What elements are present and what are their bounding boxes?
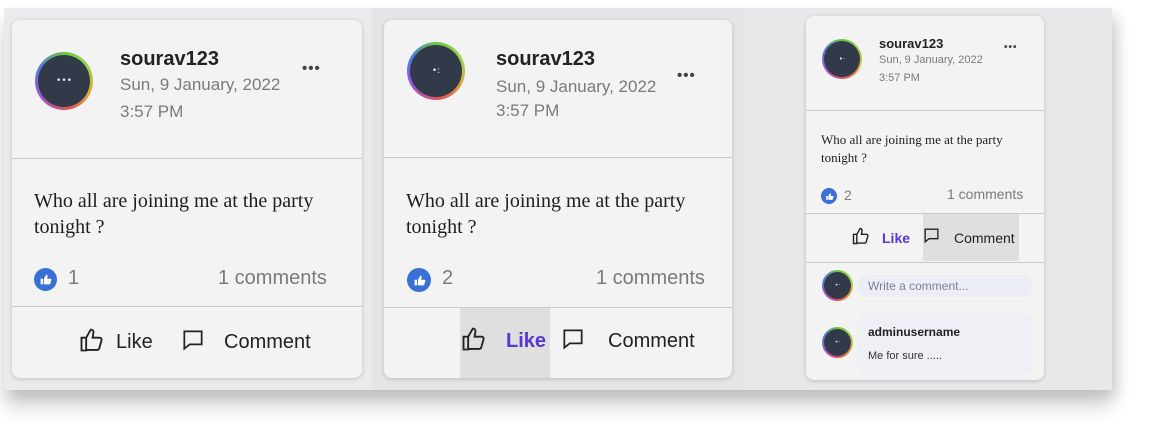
current-user-avatar[interactable]: •· <box>822 270 853 301</box>
comment-text: Me for sure ..... <box>868 350 942 362</box>
avatar[interactable]: •· <box>822 39 862 79</box>
post-date: Sun, 9 January, 2022 <box>879 54 983 66</box>
comment-button[interactable]: Comment <box>180 327 311 357</box>
comment-author[interactable]: adminusername <box>868 325 960 339</box>
like-count: 1 <box>68 267 80 289</box>
divider <box>12 306 362 307</box>
like-reaction-icon <box>34 268 57 291</box>
like-count: 2 <box>844 187 852 203</box>
speech-bubble-icon <box>922 226 941 250</box>
avatar[interactable]: ••• <box>35 52 93 110</box>
like-reaction-icon <box>821 188 837 204</box>
post-text: Who all are joining me at the party toni… <box>34 188 313 240</box>
comment-button[interactable]: Comment <box>922 228 1015 248</box>
post-card: ••• sourav123 Sun, 9 January, 2022 3:57 … <box>12 20 362 378</box>
post-text: Who all are joining me at the party toni… <box>821 131 1003 167</box>
comment-label: Comment <box>224 330 311 353</box>
thumbs-up-icon <box>851 226 871 251</box>
divider <box>384 307 732 308</box>
comment-bubble: adminusername Me for sure ..... <box>857 313 1032 375</box>
post-text-line: tonight ? <box>34 216 105 238</box>
post-author[interactable]: sourav123 <box>120 48 219 71</box>
comment-count[interactable]: 1 comments <box>218 267 327 290</box>
post-time: 3:57 PM <box>879 72 920 84</box>
comment-label: Comment <box>954 230 1015 246</box>
more-options-icon[interactable]: ••• <box>677 67 696 84</box>
post-text-line: Who all are joining me at the party <box>821 132 1003 147</box>
thumbs-up-icon <box>78 326 106 359</box>
comment-author-avatar[interactable]: •· <box>822 327 853 358</box>
like-label: Like <box>506 329 547 352</box>
post-text: Who all are joining me at the party toni… <box>406 188 685 240</box>
comment-input-placeholder: Write a comment... <box>868 279 969 293</box>
post-author[interactable]: sourav123 <box>879 36 943 51</box>
post-card: •: sourav123 Sun, 9 January, 2022 3:57 P… <box>384 20 732 378</box>
post-text-line: Who all are joining me at the party <box>406 190 686 212</box>
speech-bubble-icon <box>180 327 206 358</box>
divider <box>806 110 1044 111</box>
more-options-icon[interactable]: ••• <box>1004 42 1018 53</box>
post-date: Sun, 9 January, 2022 <box>120 75 281 94</box>
more-options-icon[interactable]: ••• <box>302 60 321 77</box>
like-button[interactable]: Like <box>460 325 546 357</box>
comment-count[interactable]: 1 comments <box>596 267 705 290</box>
post-time: 3:57 PM <box>120 102 184 121</box>
comment-label: Comment <box>608 329 695 352</box>
comment-count[interactable]: 1 comments <box>947 186 1023 202</box>
post-text-line: tonight ? <box>821 150 867 165</box>
divider <box>12 158 362 159</box>
like-button[interactable]: Like <box>78 327 153 357</box>
avatar[interactable]: •: <box>407 42 465 100</box>
post-time: 3:57 PM <box>496 101 560 120</box>
comment-button[interactable]: Comment <box>560 326 695 356</box>
speech-bubble-icon <box>560 326 586 357</box>
like-count: 2 <box>442 267 454 289</box>
post-text-line: Who all are joining me at the party <box>34 190 314 212</box>
comment-input[interactable]: Write a comment... <box>857 275 1033 297</box>
divider <box>384 157 732 158</box>
post-text-line: tonight ? <box>406 216 477 238</box>
post-author[interactable]: sourav123 <box>496 48 595 71</box>
like-label: Like <box>116 330 153 353</box>
like-reaction-icon <box>407 268 431 292</box>
post-date: Sun, 9 January, 2022 <box>496 77 657 96</box>
thumbs-up-icon <box>460 325 488 358</box>
like-label: Like <box>882 230 911 246</box>
divider <box>806 262 1044 263</box>
post-card: •· sourav123 Sun, 9 January, 2022 3:57 P… <box>806 16 1044 380</box>
like-button[interactable]: Like <box>851 226 911 251</box>
